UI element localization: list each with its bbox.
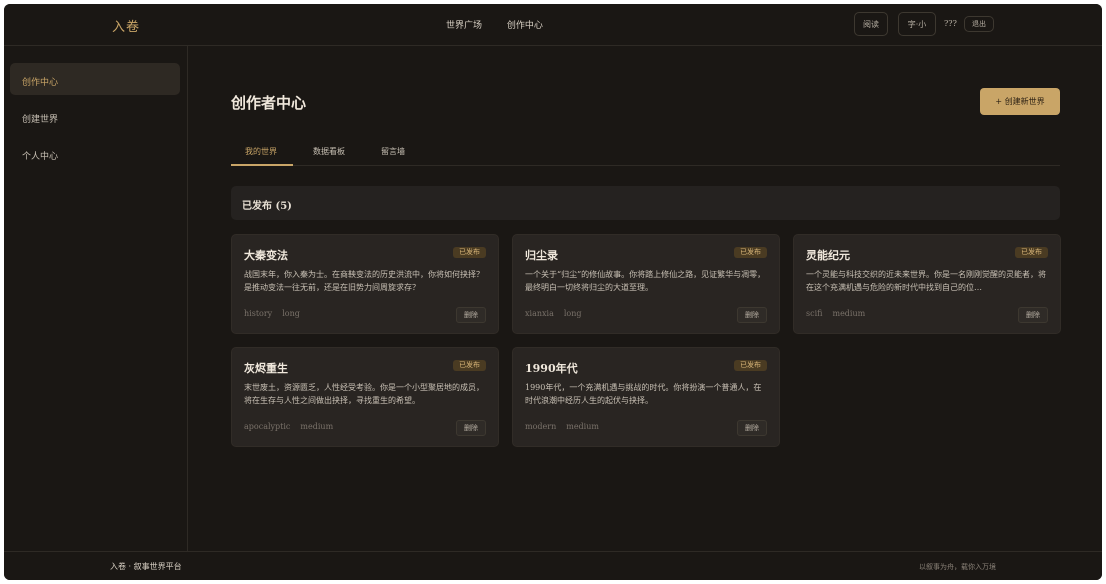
tab-my-worlds[interactable]: 我的世界 [245,146,277,157]
active-tab-indicator [231,164,293,166]
tag: medium [566,422,599,431]
status-badge: 已发布 [734,360,767,371]
world-card[interactable]: 灵能纪元 已发布 一个灵能与科技交织的近未来世界。你是一名刚刚觉醒的灵能者，将在… [793,234,1061,334]
world-card[interactable]: 灰烬重生 已发布 末世废土，资源匮乏，人性经受考验。你是一个小型聚居地的成员，将… [231,347,499,447]
create-world-button[interactable]: + 创建新世界 [980,88,1060,115]
tag: scifi [806,309,823,318]
footer-slogan: 以叙事为舟，载你入万境 [919,563,996,571]
world-card-description: 一个关于“归尘”的修仙故事。你将踏上修仙之路，见证繁华与凋零，最终明白一切终将归… [525,270,766,292]
app-window: 入卷 世界广场 创作中心 阅读 字·小 ??? 退出 创作中心 创建世界 个人中… [4,4,1102,580]
tag: history [244,309,273,318]
tag: long [282,309,300,318]
world-card-title: 1990年代 [525,362,578,375]
sidebar: 创作中心 创建世界 个人中心 [4,46,188,551]
status-badge: 已发布 [734,247,767,258]
tag: xianxia [525,309,554,318]
world-card-tags: modern medium [525,422,609,431]
world-card-title: 灵能纪元 [806,249,850,262]
tag: modern [525,422,557,431]
top-navigation: 入卷 世界广场 创作中心 阅读 字·小 ??? 退出 [4,4,1102,46]
logout-button[interactable]: 退出 [964,16,994,32]
world-card[interactable]: 大秦变法 已发布 战国末年，你入秦为士。在商鞅变法的历史洪流中，你将如何抉择？是… [231,234,499,334]
world-card[interactable]: 归尘录 已发布 一个关于“归尘”的修仙故事。你将踏上修仙之路，见证繁华与凋零，最… [512,234,780,334]
world-card-tags: apocalyptic medium [244,422,343,431]
tab-bar: 我的世界 数据看板 留言墙 [231,142,1060,166]
world-card-description: 战国末年，你入秦为士。在商鞅变法的历史洪流中，你将如何抉择？是推动变法一往无前，… [244,270,484,292]
world-card-tags: scifi medium [806,309,875,318]
delete-button[interactable]: 删除 [456,307,486,323]
nav-link-creator-center[interactable]: 创作中心 [507,21,543,31]
delete-button[interactable]: 删除 [1018,307,1048,323]
world-card-title: 灰烬重生 [244,362,288,375]
tag: medium [832,309,866,318]
published-section-header[interactable]: 已发布 (5) [231,186,1060,220]
username: ??? [944,19,957,28]
delete-button[interactable]: 删除 [456,420,486,436]
footer: 入卷 · 叙事世界平台 以叙事为舟，载你入万境 [4,551,1102,580]
read-mode-button[interactable]: 阅读 [854,12,888,36]
nav-links: 世界广场 创作中心 [446,18,565,31]
sidebar-item-creator-center[interactable]: 创作中心 [10,63,180,95]
tag: apocalyptic [244,422,291,431]
world-card-title: 大秦变法 [244,249,288,262]
sidebar-item-create-world[interactable]: 创建世界 [10,100,180,132]
app-logo[interactable]: 入卷 [112,16,140,35]
tab-dashboard[interactable]: 数据看板 [313,146,345,157]
delete-button[interactable]: 删除 [737,307,767,323]
page-title: 创作者中心 [231,94,307,112]
world-card-description: 1990年代，一个充满机遇与挑战的时代。你将扮演一个普通人，在时代浪潮中经历人生… [525,383,762,405]
status-badge: 已发布 [453,360,486,371]
nav-link-world-square[interactable]: 世界广场 [446,21,482,31]
sidebar-item-profile[interactable]: 个人中心 [10,137,180,169]
world-card-description: 一个灵能与科技交织的近未来世界。你是一名刚刚觉醒的灵能者，将在这个充满机遇与危险… [806,270,1046,292]
tag: medium [300,422,334,431]
tab-message-wall[interactable]: 留言墙 [381,146,405,157]
tag: long [563,309,582,318]
delete-button[interactable]: 删除 [737,420,767,436]
world-card-title: 归尘录 [525,249,558,262]
status-badge: 已发布 [453,247,486,258]
font-size-button[interactable]: 字·小 [898,12,936,36]
world-card[interactable]: 1990年代 已发布 1990年代，一个充满机遇与挑战的时代。你将扮演一个普通人… [512,347,780,447]
main-content: 创作者中心 + 创建新世界 我的世界 数据看板 留言墙 已发布 (5) 大秦变法… [189,46,1102,551]
world-card-tags: history long [244,309,310,318]
world-card-description: 末世废土，资源匮乏，人性经受考验。你是一个小型聚居地的成员，将在生存与人性之间做… [244,383,484,405]
world-card-tags: xianxia long [525,309,592,318]
footer-brand: 入卷 · 叙事世界平台 [110,562,182,571]
status-badge: 已发布 [1015,247,1048,258]
